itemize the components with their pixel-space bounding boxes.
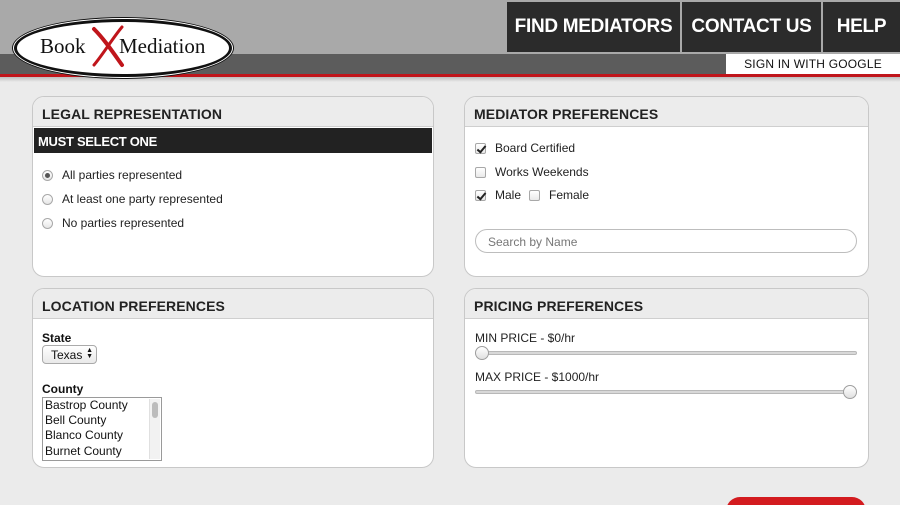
mediator-preferences-panel: MEDIATOR PREFERENCES Board Certified Wor… [464, 96, 869, 277]
state-label: State [42, 331, 72, 345]
nav-help[interactable]: HELP [823, 2, 900, 52]
min-price-slider-thumb[interactable] [475, 346, 489, 360]
radio-label: All parties represented [62, 168, 183, 182]
county-listbox[interactable]: Bastrop County Bell County Blanco County… [42, 397, 162, 461]
radio-button[interactable] [42, 193, 53, 205]
max-price-label: MAX PRICE - $1000/hr [475, 370, 600, 384]
header-shadow [0, 77, 900, 82]
male-checkbox[interactable] [475, 189, 486, 201]
male-option[interactable]: Male [475, 188, 521, 202]
works-weekends-checkbox[interactable] [475, 166, 486, 178]
max-price-slider-thumb[interactable] [843, 385, 857, 399]
county-scrollbar[interactable] [149, 399, 160, 459]
county-label: County [42, 382, 84, 396]
county-scrollbar-thumb[interactable] [152, 402, 158, 418]
state-select[interactable]: Texas ▲ ▼ [42, 345, 97, 364]
state-value: Texas [51, 348, 83, 362]
location-preferences-panel: LOCATION PREFERENCES State Texas ▲ ▼ Coun… [32, 288, 434, 468]
county-option[interactable]: Bell County [43, 413, 161, 428]
radio-button[interactable] [42, 217, 53, 229]
works-weekends-option[interactable]: Works Weekends [475, 165, 589, 179]
must-select-one-bar: MUST SELECT ONE [34, 128, 432, 153]
county-option[interactable]: Blanco County [43, 428, 161, 443]
min-price-label: MIN PRICE - $0/hr [475, 331, 576, 345]
logo-text-mediation: Mediation [119, 34, 206, 58]
female-option[interactable]: Female [529, 188, 589, 202]
female-checkbox[interactable] [529, 189, 540, 201]
location-panel-title: LOCATION PREFERENCES [33, 289, 433, 319]
max-price-slider[interactable] [475, 385, 857, 399]
search-submit-button[interactable] [726, 497, 866, 505]
board-certified-option[interactable]: Board Certified [475, 141, 575, 155]
min-price-slider[interactable] [475, 346, 857, 360]
radio-option-all-parties[interactable]: All parties represented [42, 168, 182, 182]
male-label: Male [495, 188, 522, 202]
mediator-panel-title: MEDIATOR PREFERENCES [465, 97, 868, 127]
radio-option-no-parties[interactable]: No parties represented [42, 216, 184, 230]
board-certified-checkbox[interactable] [475, 142, 486, 154]
radio-button-selected[interactable] [42, 169, 53, 181]
board-certified-label: Board Certified [495, 141, 576, 155]
select-arrows-icon: ▲ ▼ [86, 347, 93, 360]
county-option[interactable]: Bastrop County [43, 398, 161, 413]
search-by-name-input[interactable]: Search by Name [475, 229, 857, 253]
works-weekends-label: Works Weekends [495, 165, 589, 179]
legal-representation-panel: LEGAL REPRESENTATION MUST SELECT ONE All… [32, 96, 434, 277]
legal-panel-title: LEGAL REPRESENTATION [33, 97, 433, 127]
nav-contact-us[interactable]: CONTACT US [682, 2, 821, 52]
logo-text-book: Book [40, 34, 86, 58]
pricing-panel-title: PRICING PREFERENCES [465, 289, 868, 319]
sign-in-google-button[interactable]: SIGN IN WITH GOOGLE [726, 54, 900, 74]
county-option[interactable]: Burnet County [43, 444, 161, 459]
pricing-preferences-panel: PRICING PREFERENCES MIN PRICE - $0/hr MA… [464, 288, 869, 468]
radio-label: No parties represented [62, 216, 185, 230]
book-mediation-logo[interactable]: Book Mediation [14, 19, 232, 77]
nav-find-mediators[interactable]: FIND MEDIATORS [507, 2, 680, 52]
radio-option-one-party[interactable]: At least one party represented [42, 192, 223, 206]
female-label: Female [549, 188, 590, 202]
radio-label: At least one party represented [62, 192, 223, 206]
